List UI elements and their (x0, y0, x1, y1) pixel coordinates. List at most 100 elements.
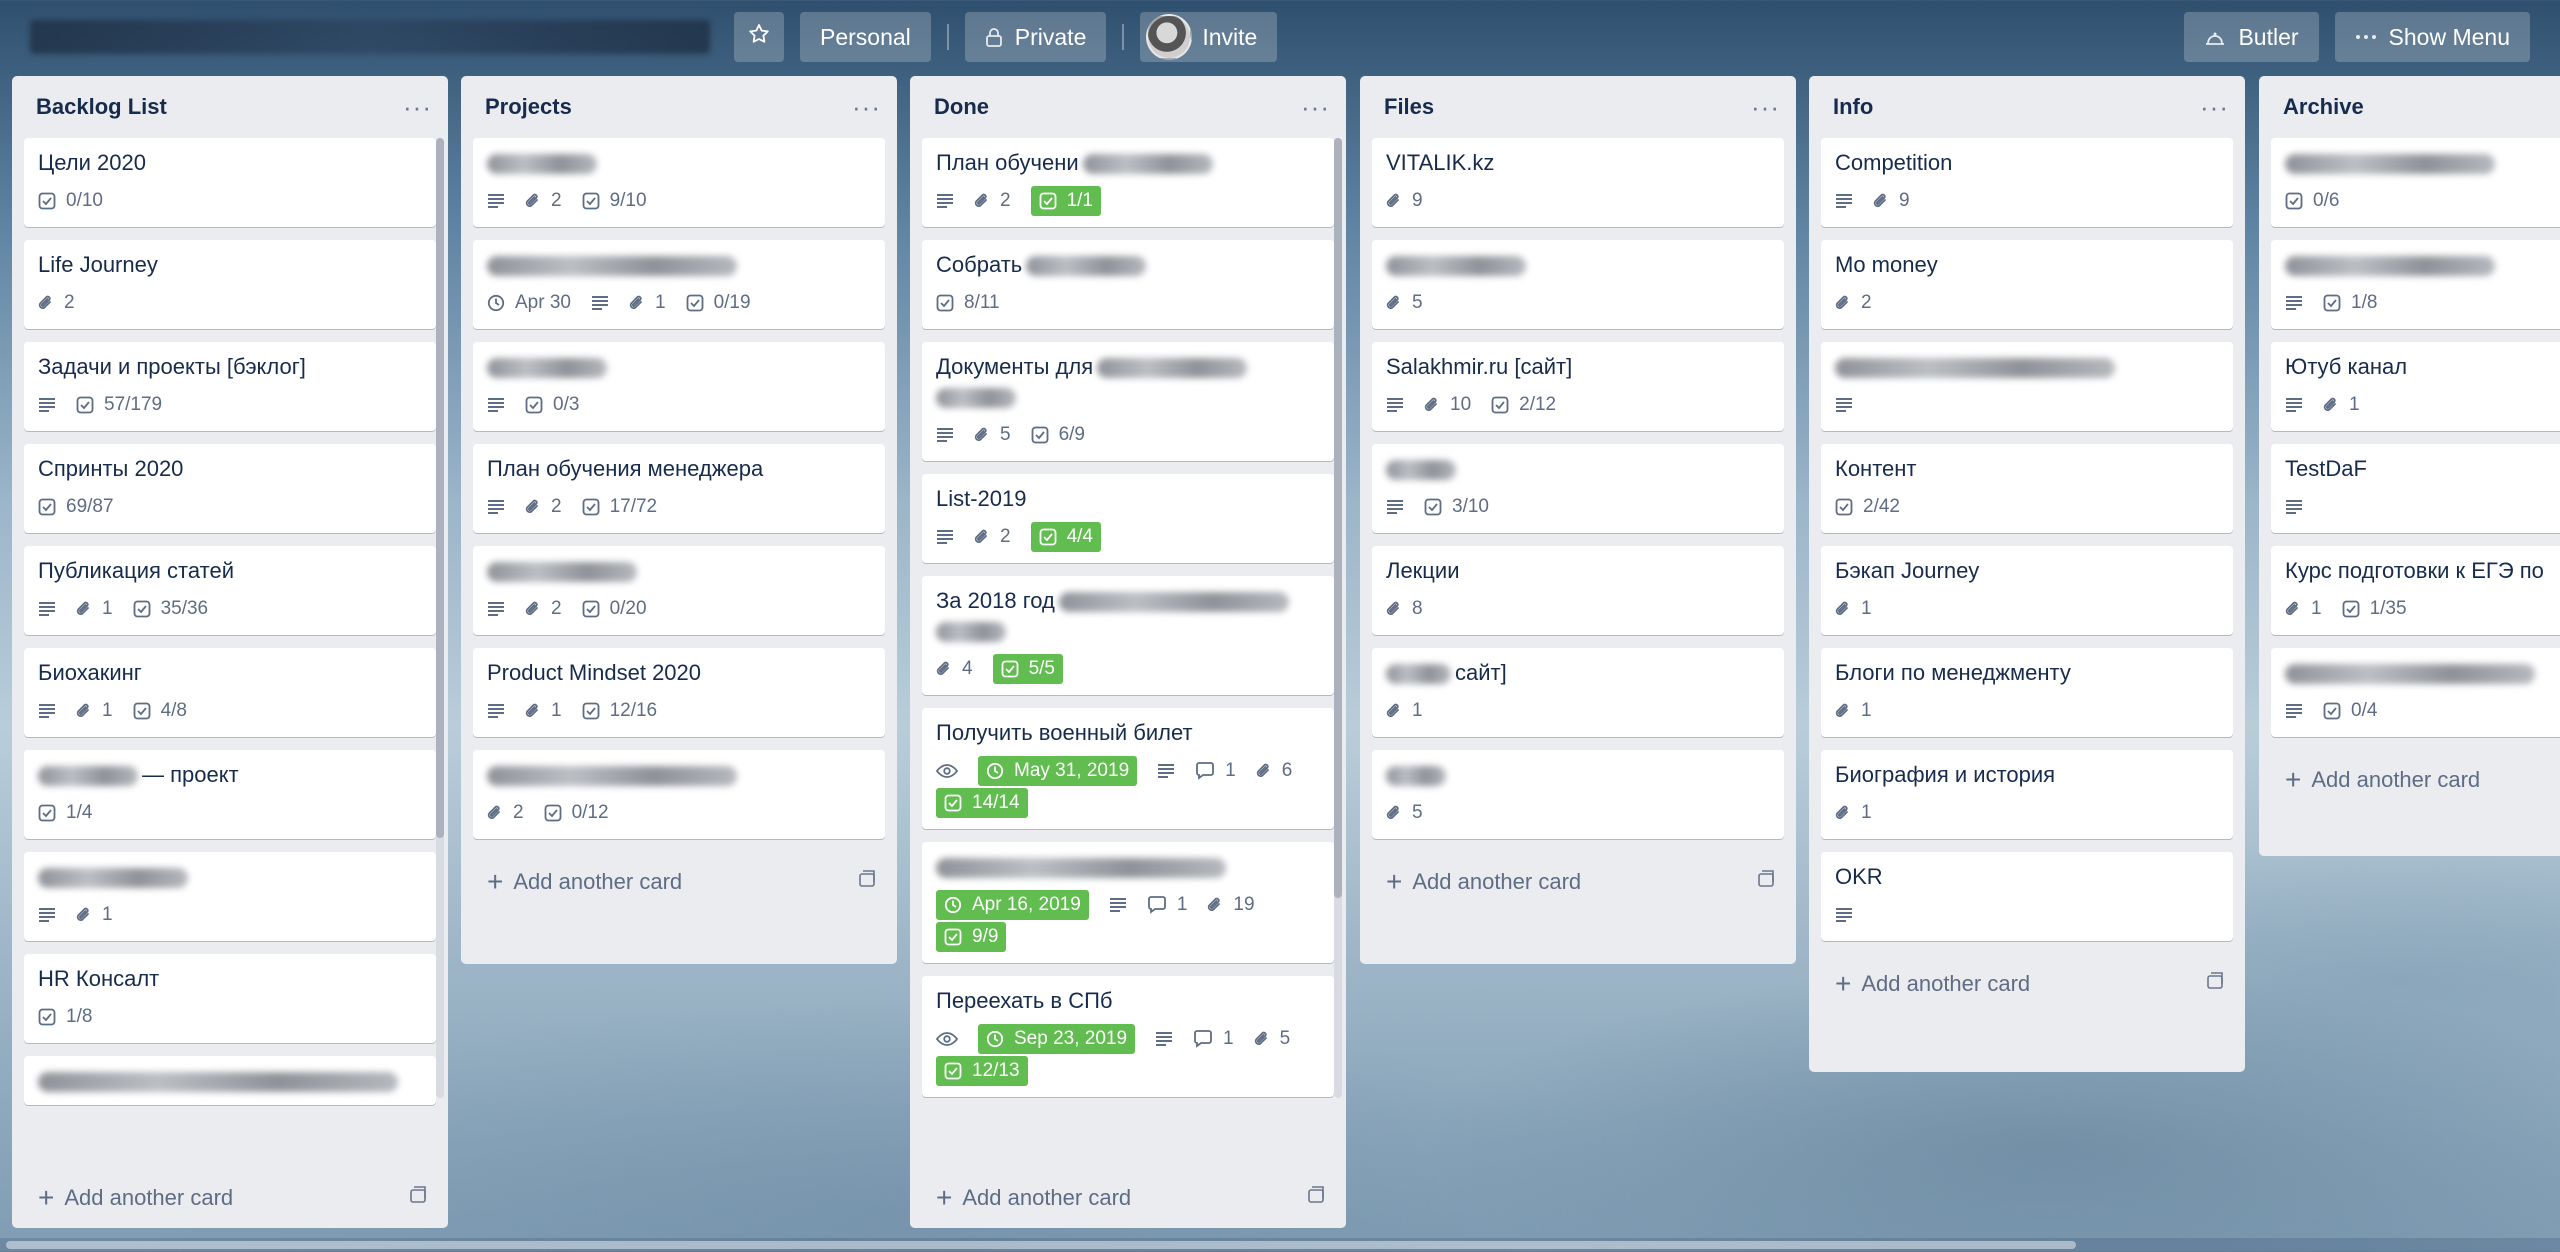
card[interactable]: 2 9/10 (473, 138, 885, 227)
card[interactable]: Лекции 8 (1372, 546, 1784, 635)
card[interactable]: Получить военный билет May 31, 2019 1 6 14/1… (922, 708, 1334, 829)
board-title[interactable] (30, 20, 710, 54)
add-card-button[interactable]: + Add another card (12, 1168, 448, 1228)
card[interactable]: — проект 1/4 (24, 750, 436, 839)
list-header: Files ··· (1360, 76, 1796, 138)
list-scrollbar[interactable] (436, 138, 444, 1098)
card[interactable]: 1/8 (2271, 240, 2560, 329)
add-card-button[interactable]: + Add another card (2259, 750, 2560, 810)
card[interactable]: Product Mindset 2020 1 12/16 (473, 648, 885, 737)
card-template-icon[interactable] (2205, 971, 2225, 997)
card[interactable]: Задачи и проекты [бэклог] 57/179 (24, 342, 436, 431)
card[interactable]: Спринты 2020 69/87 (24, 444, 436, 533)
card[interactable]: 5 (1372, 750, 1784, 839)
card-template-icon[interactable] (857, 869, 877, 895)
card[interactable]: Собрать 8/11 (922, 240, 1334, 329)
card[interactable]: План обучени 2 1/1 (922, 138, 1334, 227)
list-title[interactable]: Done (934, 94, 989, 120)
card[interactable]: Контент 2/42 (1821, 444, 2233, 533)
list-menu-icon[interactable]: ··· (403, 94, 432, 120)
clock-badge[interactable]: May 31, 2019 (978, 756, 1138, 786)
card[interactable] (1821, 342, 2233, 431)
show-menu-button[interactable]: Show Menu (2334, 12, 2530, 62)
list-title[interactable]: Archive (2283, 94, 2364, 120)
list-done[interactable]: Done ··· План обучени 2 1/1 Собрать 8/11 Доку… (910, 76, 1346, 1228)
list-title[interactable]: Backlog List (36, 94, 167, 120)
card[interactable]: Ютуб канал 1 (2271, 342, 2560, 431)
personal-button[interactable]: Personal (800, 12, 931, 62)
description-badge (1835, 186, 1853, 216)
card-title-text: List-2019 (936, 486, 1027, 511)
clock-badge[interactable]: Apr 16, 2019 (936, 890, 1089, 920)
card[interactable]: За 2018 год 4 5/5 (922, 576, 1334, 695)
card[interactable]: Salakhmir.ru [сайт] 10 2/12 (1372, 342, 1784, 431)
card[interactable]: 2 0/20 (473, 546, 885, 635)
card[interactable]: Блоги по менеджменту 1 (1821, 648, 2233, 737)
card-badges: 0/4 (2285, 696, 2560, 728)
card[interactable] (24, 1056, 436, 1105)
list-title[interactable]: Info (1833, 94, 1873, 120)
card[interactable]: Переехать в СПб Sep 23, 2019 1 5 12/13 (922, 976, 1334, 1097)
list-menu-icon[interactable]: ··· (1751, 94, 1780, 120)
card[interactable]: Курс подготовки к ЕГЭ по 1 1/35 (2271, 546, 2560, 635)
card[interactable]: сайт] 1 (1372, 648, 1784, 737)
card[interactable]: 5 (1372, 240, 1784, 329)
star-button[interactable] (734, 12, 784, 62)
card[interactable]: Бэкап Journey 1 (1821, 546, 2233, 635)
list-files[interactable]: Files ··· VITALIK.kz 9 5 Salakhmir.ru [сайт… (1360, 76, 1796, 964)
list-menu-icon[interactable]: ··· (1301, 94, 1330, 120)
card[interactable]: 2 0/12 (473, 750, 885, 839)
list-info[interactable]: Info ··· Competition 9 Mo money 2 Контент 2/4… (1809, 76, 2245, 1072)
invite-button[interactable]: Invite (1140, 12, 1278, 62)
card[interactable]: План обучения менеджера 2 17/72 (473, 444, 885, 533)
card[interactable]: Apr 16, 2019 1 19 9/9 (922, 842, 1334, 963)
board-horizontal-scrollbar[interactable] (0, 1238, 2560, 1252)
card[interactable]: 3/10 (1372, 444, 1784, 533)
card[interactable]: HR Консалт 1/8 (24, 954, 436, 1043)
card[interactable]: Mo money 2 (1821, 240, 2233, 329)
checklist-icon (544, 804, 572, 822)
card[interactable]: 0/3 (473, 342, 885, 431)
list-projects[interactable]: Projects ··· 2 9/10 Apr 30 1 0/19 0/3 План обу… (461, 76, 897, 964)
card-title-text: VITALIK.kz (1386, 150, 1495, 175)
card[interactable]: 1 (24, 852, 436, 941)
card[interactable]: Документы для 5 6/9 (922, 342, 1334, 461)
list-archive[interactable]: Archive 0/6 1/8 Ютуб канал 1 TestDaF Курс под… (2259, 76, 2560, 856)
add-card-button[interactable]: + Add another card (461, 852, 897, 912)
list-backlog[interactable]: Backlog List ··· Цели 2020 0/10 Life Journ… (12, 76, 448, 1228)
avatar[interactable] (1146, 14, 1193, 60)
card[interactable]: VITALIK.kz 9 (1372, 138, 1784, 227)
scrollbar-thumb[interactable] (1334, 138, 1342, 898)
list-menu-icon[interactable]: ··· (2200, 94, 2229, 120)
card[interactable]: OKR (1821, 852, 2233, 941)
card[interactable]: Цели 2020 0/10 (24, 138, 436, 227)
clock-badge[interactable]: Apr 30 (487, 288, 571, 318)
card[interactable]: Биохакинг 1 4/8 (24, 648, 436, 737)
clock-badge[interactable]: Sep 23, 2019 (978, 1024, 1136, 1054)
card-template-icon[interactable] (408, 1185, 428, 1211)
add-card-button[interactable]: + Add another card (910, 1168, 1346, 1228)
card-template-icon[interactable] (1306, 1185, 1326, 1211)
card[interactable]: 0/4 (2271, 648, 2560, 737)
add-card-button[interactable]: + Add another card (1360, 852, 1796, 912)
list-title[interactable]: Files (1384, 94, 1434, 120)
card[interactable]: 0/6 (2271, 138, 2560, 227)
card-template-icon[interactable] (1756, 869, 1776, 895)
card[interactable]: List-2019 2 4/4 (922, 474, 1334, 563)
attachment-badge: 2 (525, 186, 562, 216)
list-scrollbar[interactable] (1334, 138, 1342, 1098)
scrollbar-thumb[interactable] (6, 1241, 2076, 1249)
card[interactable]: Life Journey 2 (24, 240, 436, 329)
add-card-button[interactable]: + Add another card (1809, 954, 2245, 1014)
list-title[interactable]: Projects (485, 94, 572, 120)
list-menu-icon[interactable]: ··· (852, 94, 881, 120)
card[interactable]: Биография и история 1 (1821, 750, 2233, 839)
card[interactable]: TestDaF (2271, 444, 2560, 533)
butler-button[interactable]: Butler (2184, 12, 2319, 62)
card[interactable]: Публикация статей 1 35/36 (24, 546, 436, 635)
card[interactable]: Competition 9 (1821, 138, 2233, 227)
scrollbar-thumb[interactable] (436, 138, 444, 838)
card[interactable]: Apr 30 1 0/19 (473, 240, 885, 329)
description-icon (1835, 397, 1853, 413)
private-button[interactable]: Private (964, 12, 1107, 62)
